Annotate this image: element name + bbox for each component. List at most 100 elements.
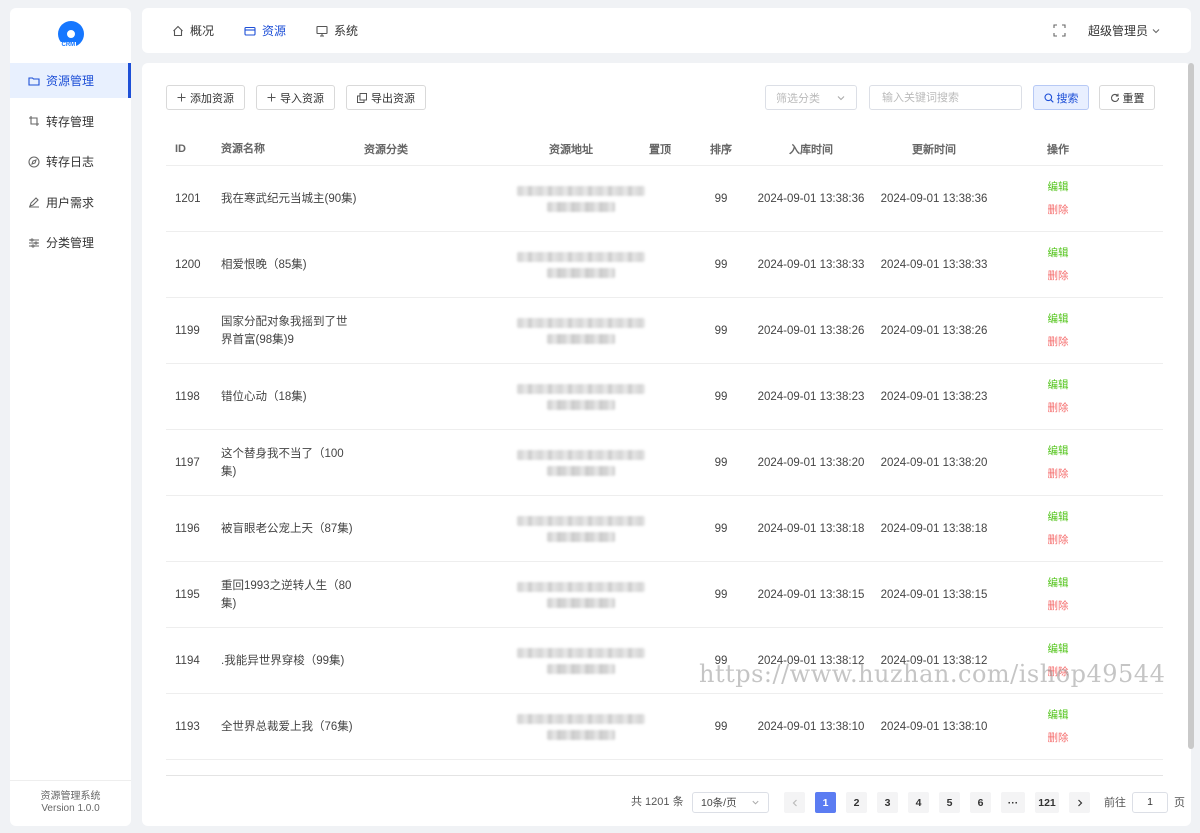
chevron-down-icon [836,93,846,103]
cell-created: 2024-09-01 13:38:33 [757,258,865,271]
edit-link[interactable]: 编辑 [1048,247,1069,259]
delete-link[interactable]: 删除 [1048,534,1069,546]
sidebar-item-transfer-log[interactable]: 转存日志 [10,144,131,179]
prev-page-button[interactable] [784,792,805,813]
blurred-url [517,383,645,410]
page-button[interactable]: 2 [846,792,867,813]
cell-id: 1195 [175,588,200,601]
sidebar-item-transfer[interactable]: 转存管理 [10,104,131,139]
user-menu[interactable]: 超级管理员 [1088,22,1161,39]
goto-prefix: 前往 [1104,797,1126,809]
edit-link[interactable]: 编辑 [1048,577,1069,589]
page-button[interactable]: 5 [939,792,960,813]
page-list: 1 2 3 4 5 6 ··· 121 [784,792,1100,813]
edit-link[interactable]: 编辑 [1048,445,1069,457]
sidebar-menu: 资源管理 转存管理 转存日志 用户需求 分类管理 [10,63,131,260]
col-header-pinned[interactable]: 置顶 [625,141,695,157]
table-row: 1195 重回1993之逆转人生（80集) 99 2024-09-01 13:38:1… [166,562,1163,628]
col-header-updated[interactable]: 更新时间 [875,141,993,157]
refresh-icon [1110,93,1120,103]
cell-actions: 编辑 删除 [993,445,1123,480]
cell-created: 2024-09-01 13:38:18 [757,522,865,535]
export-resource-button[interactable]: 导出资源 [346,85,426,110]
cell-actions: 编辑 删除 [993,313,1123,348]
blurred-url [517,581,645,608]
goto-page-input[interactable] [1132,791,1168,813]
edit-link[interactable]: 编辑 [1048,313,1069,325]
cell-id: 1199 [175,324,200,337]
next-page-button[interactable] [1069,792,1090,813]
sidebar-item-user-requests[interactable]: 用户需求 [10,185,131,220]
col-header-created[interactable]: 入库时间 [747,141,875,157]
category-filter-select[interactable]: 筛选分类 [765,85,857,110]
col-header-category[interactable]: 资源分类 [357,141,517,157]
col-header-sort[interactable]: 排序 [695,141,747,157]
export-resource-label: 导出资源 [371,92,415,105]
sidebar-item-label: 转存日志 [46,155,95,169]
cell-updated: 2024-09-01 13:38:33 [880,258,988,271]
search-button[interactable]: 搜索 [1033,85,1089,110]
cell-updated: 2024-09-01 13:38:15 [880,588,988,601]
cell-updated: 2024-09-01 13:38:20 [880,456,988,469]
app-logo[interactable]: CRM [10,8,131,60]
pagination-divider [166,775,1163,776]
col-header-id[interactable]: ID [166,143,212,155]
blurred-url [517,515,645,542]
tab-label: 资源 [262,24,287,38]
box-icon [244,25,256,37]
cell-actions: 编辑 删除 [993,247,1123,282]
cell-name: 重回1993之逆转人生（80集) [221,579,352,610]
col-header-name[interactable]: 资源名称 [212,140,357,158]
add-resource-button[interactable]: 添加资源 [166,85,245,110]
cell-sort: 99 [714,654,728,667]
sidebar-item-categories[interactable]: 分类管理 [10,225,131,260]
edit-link[interactable]: 编辑 [1048,511,1069,523]
cell-name: 全世界总裁爱上我（76集) [221,720,353,733]
pagination: 共 1201 条 10条/页 123456 ··· 121 前往 页 [142,789,1191,815]
table-row: 1198 错位心动（18集) 99 2024-09-01 13:38:23 2024-0… [166,364,1163,430]
page-size-select[interactable]: 10条/页 [692,792,769,813]
keyword-search-input[interactable] [869,85,1022,110]
tab-system[interactable]: 系统 [316,22,358,39]
cell-url [517,515,645,542]
cell-name: 国家分配对象我摇到了世界首富(98集)9 [221,315,348,346]
edit-link[interactable]: 编辑 [1048,181,1069,193]
cell-name: .我能异世界穿梭（99集) [221,654,345,667]
sidebar-item-label: 分类管理 [46,236,95,250]
edit-link[interactable]: 编辑 [1048,709,1069,721]
delete-link[interactable]: 删除 [1048,666,1069,678]
page-button[interactable]: 4 [908,792,929,813]
cell-created: 2024-09-01 13:38:10 [757,720,865,733]
sidebar-item-resources[interactable]: 资源管理 [10,63,131,98]
delete-link[interactable]: 删除 [1048,732,1069,744]
fullscreen-icon[interactable] [1053,24,1066,37]
delete-link[interactable]: 删除 [1048,204,1069,216]
tab-overview[interactable]: 概况 [172,22,214,39]
delete-link[interactable]: 删除 [1048,468,1069,480]
delete-link[interactable]: 删除 [1048,336,1069,348]
top-bar: 概况 资源 系统 超级管理员 [142,8,1191,53]
delete-link[interactable]: 删除 [1048,270,1069,282]
crm-logo-icon: CRM [57,21,84,49]
tab-resources[interactable]: 资源 [244,22,286,39]
table-row: 1200 相爱恨晚（85集) 99 2024-09-01 13:38:33 2024-0… [166,232,1163,298]
page-button[interactable]: 1 [815,792,836,813]
scrollbar[interactable] [1188,63,1194,749]
blurred-url [517,185,645,212]
category-filter-placeholder: 筛选分类 [776,92,820,105]
page-ellipsis[interactable]: ··· [1001,792,1025,813]
sidebar-footer: 资源管理系统 Version 1.0.0 [10,780,131,826]
page-button[interactable]: 121 [1035,792,1059,813]
page-button[interactable]: 3 [877,792,898,813]
cell-name: 被盲眼老公宠上天（87集) [221,522,353,535]
delete-link[interactable]: 删除 [1048,600,1069,612]
reset-button[interactable]: 重置 [1099,85,1155,110]
delete-link[interactable]: 删除 [1048,402,1069,414]
page-button[interactable]: 6 [970,792,991,813]
chevron-right-icon [1076,799,1084,807]
edit-link[interactable]: 编辑 [1048,379,1069,391]
pen-icon [28,196,40,208]
edit-link[interactable]: 编辑 [1048,643,1069,655]
import-resource-button[interactable]: 导入资源 [256,85,335,110]
col-header-url[interactable]: 资源地址 [517,141,625,157]
